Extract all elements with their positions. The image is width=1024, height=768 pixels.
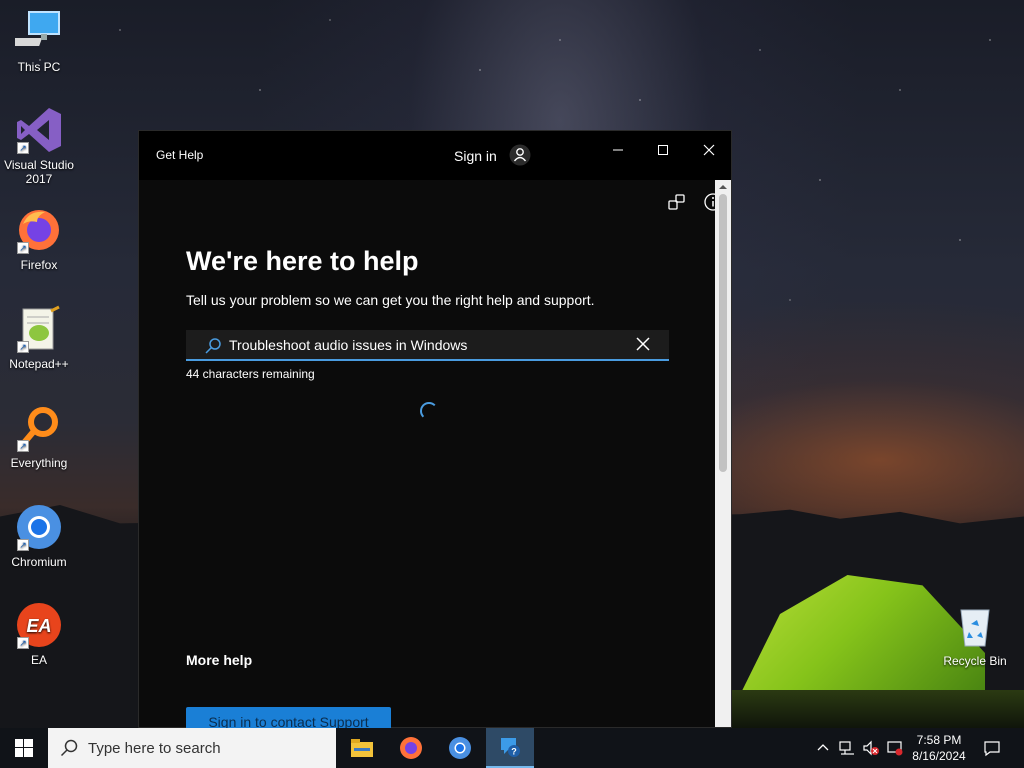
desktop-icon-label: Recycle Bin <box>943 654 1007 668</box>
desktop-icon-label: This PC <box>17 60 61 74</box>
start-button[interactable] <box>0 728 48 768</box>
taskbar-search-placeholder: Type here to search <box>88 740 221 757</box>
desktop-icon-label: Chromium <box>11 555 67 569</box>
shortcut-arrow-icon: ↗ <box>17 440 29 452</box>
page-headline: We're here to help <box>186 246 419 276</box>
search-input-value[interactable]: Troubleshoot audio issues in Windows <box>229 337 467 353</box>
desktop-icon-visual-studio[interactable]: ↗ Visual Studio 2017 <box>0 106 78 186</box>
visual-studio-icon: ↗ <box>15 106 63 154</box>
desktop-icon-recycle-bin[interactable]: Recycle Bin <box>936 602 1014 668</box>
sign-in-link[interactable]: Sign in <box>454 148 497 164</box>
help-content: We're here to help Tell us your problem … <box>139 180 722 737</box>
loading-spinner-icon <box>420 402 438 420</box>
taskbar-file-explorer[interactable] <box>338 728 386 768</box>
taskbar-chromium[interactable] <box>436 728 484 768</box>
notepadpp-icon: ↗ <box>15 305 63 353</box>
recycle-bin-icon <box>951 602 999 650</box>
svg-text:?: ? <box>511 747 517 757</box>
system-clock[interactable]: 7:58 PM 8/16/2024 <box>904 732 974 764</box>
search-magnifier-icon: ↗ <box>15 404 63 452</box>
volume-muted-icon[interactable] <box>862 739 880 757</box>
windows-logo-icon <box>15 739 33 757</box>
search-icon <box>204 337 222 355</box>
problem-search-input[interactable]: Troubleshoot audio issues in Windows <box>186 330 669 361</box>
desktop-icon-label: Notepad++ <box>9 357 69 371</box>
firefox-icon <box>400 737 422 759</box>
ea-icon: EA ↗ <box>15 601 63 649</box>
desktop-icon-everything[interactable]: ↗ Everything <box>0 404 78 470</box>
desktop-icon-chromium[interactable]: ↗ Chromium <box>0 503 78 569</box>
scrollbar-thumb[interactable] <box>719 194 727 472</box>
characters-remaining: 44 characters remaining <box>186 367 315 381</box>
get-help-window: Get Help Sign in We're here to help Tell… <box>138 130 732 737</box>
desktop-icon-label: Everything <box>10 456 68 470</box>
shortcut-arrow-icon: ↗ <box>17 341 29 353</box>
window-title: Get Help <box>156 148 204 162</box>
title-bar[interactable]: Get Help Sign in <box>139 131 731 180</box>
wallpaper-grass <box>730 690 1024 730</box>
close-button[interactable] <box>694 137 724 163</box>
clock-time: 7:58 PM <box>916 733 962 747</box>
search-icon <box>60 739 78 757</box>
taskbar-firefox[interactable] <box>387 728 435 768</box>
desktop-icon-ea[interactable]: EA ↗ EA <box>0 601 78 667</box>
desktop-icon-firefox[interactable]: ↗ Firefox <box>0 206 78 272</box>
shortcut-arrow-icon: ↗ <box>17 242 29 254</box>
desktop-icon-label: Firefox <box>20 258 58 272</box>
action-notification-icon[interactable] <box>886 739 904 757</box>
clear-search-button[interactable] <box>635 336 651 352</box>
svg-text:EA: EA <box>26 616 51 636</box>
page-subline: Tell us your problem so we can get you t… <box>186 292 595 308</box>
desktop-icon-label: EA <box>30 653 47 667</box>
computer-icon <box>5 8 63 56</box>
chevron-up-icon[interactable] <box>814 739 832 757</box>
file-explorer-icon <box>351 739 373 757</box>
person-icon[interactable] <box>509 144 531 166</box>
more-help-heading: More help <box>186 652 253 668</box>
shortcut-arrow-icon: ↗ <box>17 637 29 649</box>
chromium-icon: ↗ <box>15 503 63 551</box>
get-help-icon: ? <box>501 738 520 757</box>
taskbar-search-box[interactable]: Type here to search <box>48 728 336 768</box>
chromium-icon <box>449 737 471 759</box>
desktop-icon-this-pc[interactable]: This PC <box>0 8 78 74</box>
minimize-button[interactable] <box>603 137 633 163</box>
network-icon[interactable] <box>838 739 856 757</box>
desktop-icon-label: Visual Studio 2017 <box>4 158 74 186</box>
maximize-button[interactable] <box>648 137 678 163</box>
firefox-icon: ↗ <box>15 206 63 254</box>
clock-date: 8/16/2024 <box>912 749 966 763</box>
shortcut-arrow-icon: ↗ <box>17 142 29 154</box>
shortcut-arrow-icon: ↗ <box>17 539 29 551</box>
scroll-up-arrow-icon[interactable] <box>715 180 731 194</box>
taskbar-get-help[interactable]: ? <box>486 728 534 768</box>
notification-center-icon[interactable] <box>983 739 1001 757</box>
contact-support-icon[interactable] <box>667 192 687 212</box>
desktop-icon-notepadpp[interactable]: ↗ Notepad++ <box>0 305 78 371</box>
vertical-scrollbar[interactable] <box>715 180 731 727</box>
taskbar: Type here to search ? 7:58 PM 8/16/2024 <box>0 728 1024 768</box>
